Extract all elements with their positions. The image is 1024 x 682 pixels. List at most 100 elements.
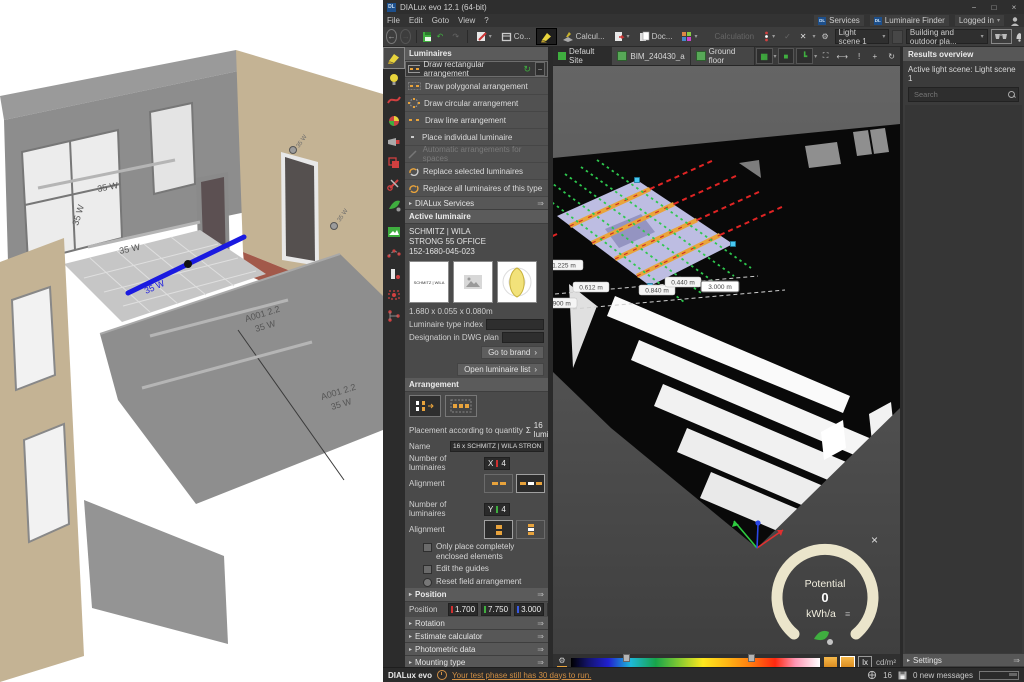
field-arrangement-button[interactable] bbox=[409, 395, 441, 417]
activity-wheel-icon[interactable] bbox=[867, 670, 877, 680]
cancel-tool-button[interactable]: ✕ bbox=[797, 29, 810, 44]
messages-status[interactable]: 0 new messages bbox=[913, 671, 973, 680]
forward-button[interactable]: → bbox=[400, 29, 411, 44]
checkbox-icon[interactable] bbox=[423, 543, 432, 552]
align-x-center-button[interactable] bbox=[516, 474, 545, 493]
construction-button[interactable]: Co... bbox=[498, 29, 534, 44]
tool-light-points[interactable] bbox=[384, 243, 404, 263]
visualisation-button[interactable] bbox=[991, 29, 1012, 44]
section-estimate-calculator[interactable]: ▸Estimate calculator ⇒ bbox=[405, 630, 548, 643]
mosaic-view-button[interactable]: ▾ bbox=[678, 29, 700, 44]
position-header[interactable]: ▸ Position ⇒ bbox=[405, 588, 548, 602]
results-search[interactable] bbox=[908, 87, 1019, 102]
calculation-objects-button[interactable]: Calcul... bbox=[559, 29, 608, 44]
tab-ground-floor[interactable]: Ground floor bbox=[691, 47, 755, 65]
polar-diagram-thumb[interactable] bbox=[497, 261, 537, 303]
tool-projector[interactable] bbox=[384, 132, 404, 152]
count-y-input[interactable]: Y 4 bbox=[484, 503, 510, 516]
calculate-button[interactable]: Calculation bbox=[711, 29, 757, 44]
tool-draw-polygonal[interactable]: Draw polygonal arrangement bbox=[405, 78, 548, 95]
settings-section-header[interactable]: ▸ Settings ⇒ bbox=[903, 654, 1024, 667]
export-button[interactable]: ▾ bbox=[611, 29, 633, 44]
menu-goto[interactable]: Goto bbox=[432, 16, 449, 25]
type-index-input[interactable] bbox=[486, 319, 544, 330]
tool-draw-rectangular[interactable]: Draw rectangular arrangement ↻ – bbox=[405, 61, 548, 78]
tool-draw-circular[interactable]: Draw circular arrangement bbox=[405, 95, 548, 112]
scale-handle-low[interactable] bbox=[623, 654, 630, 662]
align-x-start-button[interactable] bbox=[484, 474, 513, 493]
tool-cables[interactable] bbox=[384, 90, 404, 110]
position-x-input[interactable]: 1.700 bbox=[448, 603, 478, 616]
false-color-scale[interactable] bbox=[571, 658, 820, 667]
cdm2-unit-label[interactable]: cd/m² bbox=[876, 658, 896, 667]
tool-column[interactable] bbox=[384, 264, 404, 284]
search-input[interactable] bbox=[912, 89, 1005, 100]
user-icon[interactable] bbox=[1010, 16, 1020, 26]
light-mode-button[interactable] bbox=[537, 29, 556, 44]
enclosed-elements-checkbox-row[interactable]: Only place completely enclosed elements bbox=[405, 540, 548, 562]
tool-copy-arrangement[interactable] bbox=[384, 153, 404, 173]
position-z-input[interactable]: 3.000 bbox=[514, 603, 544, 616]
color-swatch-selected[interactable] bbox=[841, 657, 854, 668]
notifications-bell-icon[interactable] bbox=[1015, 31, 1021, 42]
tool-lamps[interactable] bbox=[384, 69, 404, 89]
menu-edit[interactable]: Edit bbox=[409, 16, 423, 25]
section-view-button[interactable]: ┗ bbox=[796, 48, 813, 64]
section-mounting-type[interactable]: ▸Mounting type ⇒ bbox=[405, 656, 548, 667]
save-state-icon[interactable] bbox=[898, 671, 907, 680]
gauge-menu-icon[interactable]: ≡ bbox=[845, 609, 850, 619]
issues-button[interactable]: ! bbox=[852, 49, 867, 63]
calc-options-button[interactable]: ▾ bbox=[760, 29, 778, 44]
edit-guides-checkbox-row[interactable]: Edit the guides bbox=[405, 562, 548, 575]
align-y-center-button[interactable] bbox=[516, 520, 545, 539]
dwg-designation-input[interactable] bbox=[502, 332, 544, 343]
refresh-icon[interactable]: ↻ bbox=[523, 64, 531, 75]
tab-bim-file[interactable]: BIM_240430_a bbox=[612, 47, 690, 65]
tool-point-field[interactable] bbox=[384, 285, 404, 305]
close-button[interactable]: × bbox=[1008, 3, 1020, 12]
scene-3d[interactable]: 1.225 m 0.612 m 4.900 m 0.840 m 0.440 m … bbox=[553, 66, 900, 654]
zoom-in-button[interactable]: + bbox=[867, 49, 882, 63]
tool-branch[interactable] bbox=[384, 306, 404, 326]
services-button[interactable]: DL Services bbox=[814, 15, 864, 26]
undo-button[interactable]: ↶ bbox=[434, 29, 447, 44]
tool-colors[interactable] bbox=[384, 111, 404, 131]
align-y-start-button[interactable] bbox=[484, 520, 513, 539]
tab-default-site[interactable]: Default Site bbox=[553, 47, 612, 65]
tool-energy[interactable] bbox=[384, 195, 404, 215]
scene-extra-button[interactable] bbox=[892, 30, 903, 44]
logged-in-menu[interactable]: Logged in ▾ bbox=[955, 15, 1004, 26]
section-rotation[interactable]: ▸Rotation ⇒ bbox=[405, 617, 548, 630]
tool-views[interactable] bbox=[384, 222, 404, 242]
trial-link[interactable]: Your test phase still has 30 days to run… bbox=[452, 671, 591, 680]
measure-button[interactable]: ⟷ bbox=[835, 49, 850, 63]
minimize-button[interactable]: − bbox=[968, 3, 980, 12]
zoom-fit-button[interactable]: ⛶ bbox=[818, 49, 833, 63]
open-luminaire-list-button[interactable]: Open luminaire list › bbox=[457, 363, 544, 376]
arrangement-name-input[interactable] bbox=[450, 441, 544, 452]
tool-automatic-arrangements[interactable]: Automatic arrangements for spaces bbox=[405, 146, 548, 163]
back-button[interactable]: ← bbox=[386, 29, 397, 44]
false-color-settings-button[interactable]: ⚙ bbox=[557, 657, 567, 668]
construction-mode-button[interactable]: ▾ bbox=[473, 29, 495, 44]
light-scene-select[interactable]: Light scene 1 ▾ bbox=[835, 29, 890, 44]
tool-replace-all-of-type[interactable]: Replace all luminaires of this type bbox=[405, 180, 548, 197]
position-y-input[interactable]: 7.750 bbox=[481, 603, 511, 616]
placement-mode-row[interactable]: Placement according to quantity Σ 16 lum… bbox=[405, 420, 548, 440]
apply-button[interactable]: ✓ bbox=[781, 29, 794, 44]
brand-logo-thumb[interactable]: SCHMITZ | WILA bbox=[409, 261, 449, 303]
menu-file[interactable]: File bbox=[387, 16, 400, 25]
section-photometric-data[interactable]: ▸Photometric data ⇒ bbox=[405, 643, 548, 656]
tool-luminaires[interactable] bbox=[384, 48, 404, 68]
row-arrangement-button[interactable] bbox=[445, 395, 477, 417]
gauge-close-icon[interactable]: × bbox=[871, 533, 878, 547]
reset-field-row[interactable]: Reset field arrangement bbox=[405, 575, 548, 588]
floor-plan-view-button[interactable]: ▦ bbox=[756, 48, 773, 64]
workspace-select[interactable]: Building and outdoor pla... ▾ bbox=[906, 29, 988, 44]
scale-handle-high[interactable] bbox=[748, 654, 755, 662]
tool-maintenance[interactable] bbox=[384, 174, 404, 194]
checkbox-icon[interactable] bbox=[423, 565, 432, 574]
viewport-canvas[interactable]: 1.225 m 0.612 m 4.900 m 0.840 m 0.440 m … bbox=[553, 66, 900, 654]
tool-replace-selected[interactable]: Replace selected luminaires bbox=[405, 163, 548, 180]
rotate-view-button[interactable]: ↻ bbox=[884, 49, 899, 63]
